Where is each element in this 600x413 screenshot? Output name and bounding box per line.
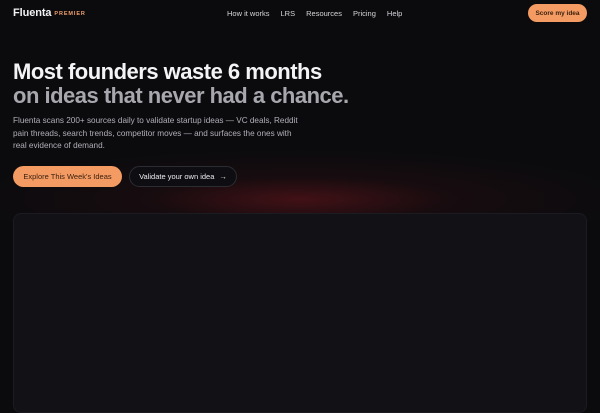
hero-title-line-1: Most founders waste 6 months: [13, 59, 322, 84]
validate-idea-button[interactable]: Validate your own idea →: [129, 166, 237, 187]
nav-link-lrs[interactable]: LRS: [281, 9, 296, 18]
preview-panel: [13, 213, 587, 413]
nav-links: How it works LRS Resources Pricing Help: [227, 9, 413, 18]
top-nav: Fluenta PREMIER How it works LRS Resourc…: [0, 0, 600, 27]
score-my-idea-button[interactable]: Score my idea: [528, 4, 587, 22]
nav-link-pricing[interactable]: Pricing: [353, 9, 376, 18]
brand-logo[interactable]: Fluenta PREMIER: [13, 7, 86, 19]
validate-idea-label: Validate your own idea: [139, 172, 215, 181]
nav-link-help[interactable]: Help: [387, 9, 402, 18]
hero-title: Most founders waste 6 months on ideas th…: [13, 60, 349, 108]
brand-name: Fluenta: [13, 7, 52, 19]
nav-link-resources[interactable]: Resources: [306, 9, 342, 18]
arrow-right-icon: →: [219, 172, 227, 181]
explore-ideas-button[interactable]: Explore This Week's Ideas: [13, 166, 122, 187]
nav-link-how-it-works[interactable]: How it works: [227, 9, 270, 18]
brand-tier-badge: PREMIER: [54, 11, 86, 17]
hero-title-line-2: on ideas that never had a chance.: [13, 83, 349, 108]
hero-description: Fluenta scans 200+ sources daily to vali…: [13, 116, 298, 150]
